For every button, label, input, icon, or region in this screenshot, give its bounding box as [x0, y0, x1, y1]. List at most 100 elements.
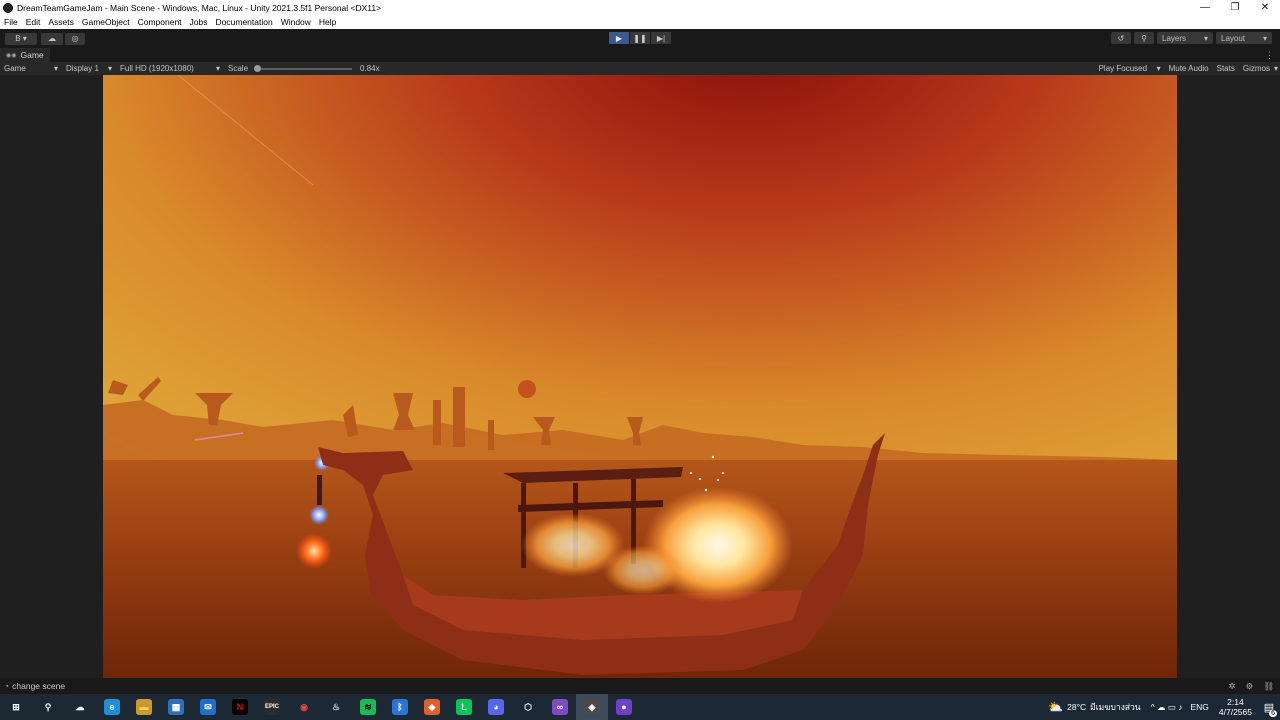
- taskbar-app[interactable]: ✉: [192, 694, 224, 720]
- account-dropdown[interactable]: B ▾: [5, 32, 37, 45]
- taskbar-app[interactable]: e: [96, 694, 128, 720]
- weather-description[interactable]: มีเมฆบางส่วน: [1090, 700, 1141, 714]
- taskbar-app[interactable]: L: [448, 694, 480, 720]
- search-icon: ⚲: [1141, 33, 1147, 43]
- menu-help[interactable]: Help: [315, 17, 340, 27]
- taskbar-app[interactable]: ♨: [320, 694, 352, 720]
- layout-dropdown[interactable]: Layout ▾: [1216, 32, 1272, 44]
- visual-studio-icon: ∞: [552, 699, 568, 715]
- play-icon: ▶: [615, 33, 623, 43]
- step-button[interactable]: ▶|: [651, 32, 671, 44]
- window-title: DreamTeamGameJam - Main Scene - Windows,…: [17, 2, 382, 13]
- windows-taskbar: ⊞ ⚲ ☁ e ▬ ▦ ✉ N EPIC ◉ ♨ ≋ ᛒ ◆ L ◕ ⬡ ∞ ◈ ● ⛅ 28°C มีเมฆบางส…: [0, 694, 1280, 720]
- maximize-button[interactable]: ❐: [1220, 0, 1250, 15]
- layers-dropdown[interactable]: Layers ▾: [1157, 32, 1213, 44]
- menu-window[interactable]: Window: [277, 17, 315, 27]
- game-view-toolbar: Game ▾ Display 1 ▾ Full HD (1920x1080) ▾…: [0, 62, 1280, 75]
- language-indicator[interactable]: ENG: [1190, 702, 1208, 712]
- network-icon[interactable]: ⛓: [1263, 681, 1274, 692]
- clock[interactable]: 2:14 4/7/2565: [1219, 697, 1252, 717]
- window-title-bar: DreamTeamGameJam - Main Scene - Windows,…: [0, 0, 1280, 15]
- taskbar-app[interactable]: ◆: [416, 694, 448, 720]
- menu-edit[interactable]: Edit: [22, 17, 45, 27]
- scale-slider[interactable]: [254, 64, 353, 72]
- gizmos-dropdown[interactable]: Gizmos ▾: [1239, 64, 1280, 73]
- taskbar-app[interactable]: ▬: [128, 694, 160, 720]
- chevron-down-icon: ▾: [1262, 33, 1267, 43]
- taskbar-app[interactable]: ●: [608, 694, 640, 720]
- chevron-down-icon: ▾: [1273, 64, 1278, 73]
- chevron-down-icon: ▾: [1203, 33, 1208, 43]
- maps-app-icon: ◆: [424, 699, 440, 715]
- game-view-render[interactable]: [103, 75, 1177, 678]
- notification-count: 6: [1269, 710, 1277, 717]
- close-button[interactable]: ✕: [1250, 0, 1280, 15]
- pause-button[interactable]: ❚❚: [630, 32, 650, 44]
- taskbar-app[interactable]: ᛒ: [384, 694, 416, 720]
- taskbar-apps: ⊞ ⚲ ☁ e ▬ ▦ ✉ N EPIC ◉ ♨ ≋ ᛒ ◆ L ◕ ⬡ ∞ ◈ ●: [0, 694, 640, 720]
- windows-start-icon: ⊞: [12, 701, 20, 712]
- chevron-down-icon: ▾: [1156, 64, 1161, 73]
- chevron-down-icon: ▾: [107, 64, 112, 73]
- edge-icon: e: [104, 699, 120, 715]
- menu-component[interactable]: Component: [134, 17, 186, 27]
- taskbar-app[interactable]: ⚲: [32, 694, 64, 720]
- progress-icon[interactable]: ⚙: [1246, 681, 1254, 692]
- taskbar-app[interactable]: EPIC: [256, 694, 288, 720]
- pause-icon: ❚❚: [633, 33, 647, 43]
- gizmos-label: Gizmos: [1242, 64, 1270, 73]
- taskbar-app[interactable]: ◕: [480, 694, 512, 720]
- play-controls: ▶ ❚❚ ▶|: [609, 32, 672, 44]
- search-icon: ⚲: [44, 701, 52, 712]
- resolution-label: Full HD (1920x1080): [120, 64, 194, 73]
- minimize-button[interactable]: —: [1190, 0, 1220, 15]
- discord-icon: ◕: [488, 699, 504, 715]
- taskbar-app[interactable]: ▦: [160, 694, 192, 720]
- weather-icon[interactable]: ⛅: [1048, 700, 1063, 714]
- temperature[interactable]: 28°C: [1067, 702, 1086, 712]
- system-tray: ⛅ 28°C มีเมฆบางส่วน ^ ☁ ▭ ♪ ENG 2:14 4/7…: [1048, 694, 1280, 720]
- scale-slider-knob[interactable]: [254, 64, 262, 72]
- collab-button[interactable]: ◎: [65, 32, 85, 45]
- collab-icon: ◎: [71, 34, 79, 43]
- store-icon: ▦: [168, 699, 184, 715]
- menu-gameobject[interactable]: GameObject: [78, 17, 134, 27]
- scale-value: 0.84x: [360, 64, 380, 73]
- file-explorer-icon: ▬: [136, 699, 152, 715]
- scale-label: Scale: [228, 64, 249, 73]
- history-icon: ↺: [1117, 33, 1125, 43]
- cloud-button[interactable]: ☁: [41, 32, 63, 45]
- play-focused-dropdown[interactable]: Play Focused ▾: [1095, 64, 1165, 73]
- stats-label: Stats: [1216, 64, 1235, 73]
- play-button[interactable]: ▶: [609, 32, 629, 44]
- taskbar-app[interactable]: ∞: [544, 694, 576, 720]
- menu-file[interactable]: File: [0, 17, 22, 27]
- taskbar-app[interactable]: N: [224, 694, 256, 720]
- layout-label: Layout: [1221, 33, 1246, 43]
- taskbar-app[interactable]: ◈: [576, 694, 608, 720]
- game-scene-render: [103, 75, 1177, 678]
- display-dropdown[interactable]: Display 1 ▾: [62, 64, 116, 73]
- taskbar-app[interactable]: ◉: [288, 694, 320, 720]
- taskbar-app[interactable]: ☁: [64, 694, 96, 720]
- undo-history-button[interactable]: ↺: [1111, 32, 1131, 44]
- taskbar-app[interactable]: ≋: [352, 694, 384, 720]
- menu-assets[interactable]: Assets: [44, 17, 78, 27]
- notification-button[interactable]: ▤ 6: [1258, 694, 1280, 720]
- account-label: B ▾: [15, 34, 27, 43]
- stats-toggle[interactable]: Stats: [1213, 64, 1239, 73]
- resolution-dropdown[interactable]: Full HD (1920x1080) ▾: [116, 64, 224, 73]
- menu-jobs[interactable]: Jobs: [186, 17, 212, 27]
- game-mode-dropdown[interactable]: Game ▾: [0, 64, 62, 73]
- tab-game[interactable]: ◉◉ Game: [0, 48, 50, 62]
- tab-menu-icon[interactable]: ⋮: [1259, 50, 1280, 61]
- epic-games-icon: EPIC: [264, 699, 280, 715]
- spotify-icon: ≋: [360, 699, 376, 715]
- debug-icon[interactable]: ✲: [1228, 681, 1235, 692]
- search-button[interactable]: ⚲: [1134, 32, 1154, 44]
- taskbar-app[interactable]: ⬡: [512, 694, 544, 720]
- taskbar-app[interactable]: ⊞: [0, 694, 32, 720]
- mute-audio-toggle[interactable]: Mute Audio: [1165, 64, 1213, 73]
- tray-icons[interactable]: ^ ☁ ▭ ♪: [1151, 702, 1183, 713]
- menu-documentation[interactable]: Documentation: [212, 17, 277, 27]
